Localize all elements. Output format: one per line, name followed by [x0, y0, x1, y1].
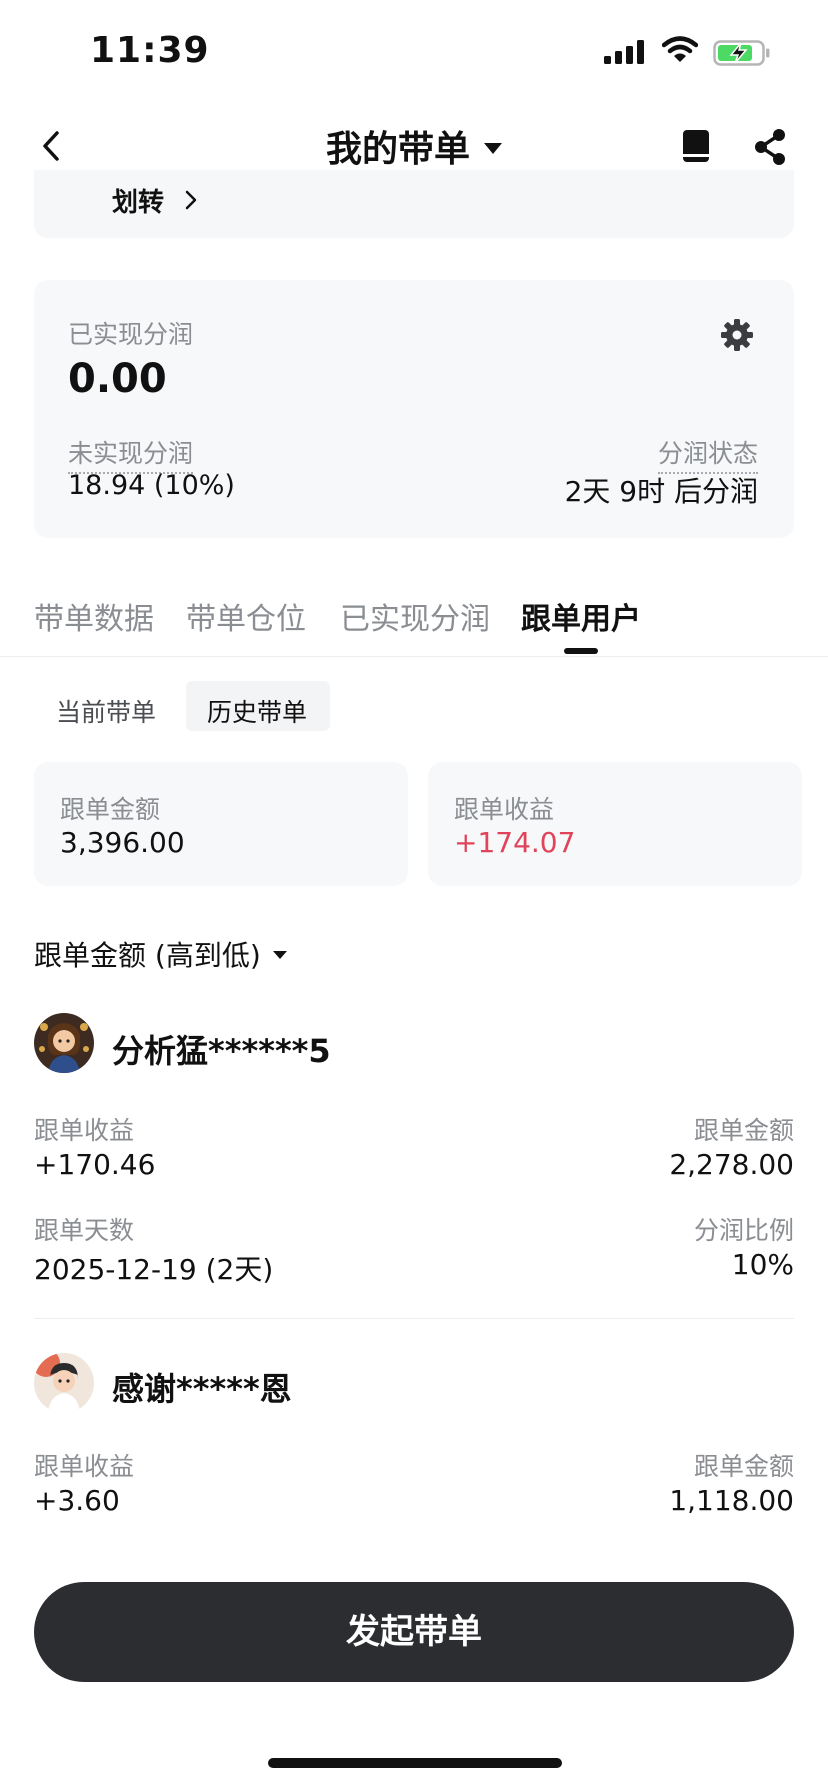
unrealized-profit-value: 18.94 (10%): [68, 470, 235, 501]
home-indicator: [268, 1758, 562, 1768]
follow-profit-value: +174.07: [454, 826, 576, 859]
realized-profit-value: 0.00: [68, 356, 167, 402]
sub-tab-current[interactable]: 当前带单: [56, 693, 156, 729]
book-icon[interactable]: [680, 128, 712, 168]
user-ratio-value: 10%: [731, 1248, 794, 1281]
user-days-value: 2025-12-19 (2天): [34, 1253, 274, 1286]
battery-icon: [713, 40, 771, 70]
chevron-right-icon[interactable]: [184, 190, 198, 214]
gear-icon[interactable]: [720, 318, 754, 356]
profit-status-label[interactable]: 分润状态: [657, 434, 758, 474]
follow-amount-label: 跟单金额: [60, 795, 161, 824]
sort-dropdown[interactable]: 跟单金额 (高到低): [34, 934, 287, 974]
user-amount-label: 跟单金额: [693, 1116, 794, 1145]
sub-tab-history[interactable]: 历史带单: [207, 693, 307, 729]
start-lead-button[interactable]: 发起带单: [34, 1582, 794, 1682]
follow-profit-label: 跟单收益: [454, 795, 555, 824]
follow-amount-value: 3,396.00: [60, 826, 185, 859]
active-tab-indicator: [564, 648, 598, 654]
user-profit-label: 跟单收益: [34, 1452, 135, 1481]
caret-down-icon: [484, 142, 502, 154]
tab-divider: [0, 656, 828, 657]
page-title: 我的带单: [325, 129, 470, 170]
sort-label: 跟单金额 (高到低): [34, 939, 261, 972]
realized-profit-label: 已实现分润: [68, 320, 194, 349]
user-ratio-label: 分润比例: [693, 1216, 794, 1245]
cellular-signal-icon: [604, 40, 646, 68]
share-icon[interactable]: [752, 128, 788, 170]
user-amount-value: 2,278.00: [669, 1148, 794, 1181]
tab-followers[interactable]: 跟单用户: [521, 594, 641, 638]
tab-realized-profit[interactable]: 已实现分润: [340, 594, 490, 638]
user-name: 感谢*****恩: [112, 1370, 292, 1408]
user-amount-value: 1,118.00: [669, 1484, 794, 1517]
avatar[interactable]: [34, 1353, 94, 1413]
tab-lead-positions[interactable]: 带单仓位: [186, 594, 306, 638]
user-profit-value: +170.46: [34, 1148, 156, 1181]
user-profit-label: 跟单收益: [34, 1116, 135, 1145]
profit-status-value: 2天 9时 后分润: [564, 475, 758, 508]
tab-lead-data[interactable]: 带单数据: [34, 594, 154, 638]
transfer-link[interactable]: 划转: [112, 182, 164, 219]
caret-down-icon: [272, 951, 287, 959]
status-time: 11:39: [90, 30, 210, 71]
wifi-icon: [661, 36, 699, 68]
row-divider: [34, 1318, 794, 1319]
avatar[interactable]: [34, 1013, 94, 1073]
unrealized-profit-label[interactable]: 未实现分润: [68, 434, 194, 474]
user-amount-label: 跟单金额: [693, 1452, 794, 1481]
user-profit-value: +3.60: [34, 1484, 120, 1517]
user-days-label: 跟单天数: [34, 1216, 135, 1245]
user-name: 分析猛******5: [112, 1032, 331, 1070]
